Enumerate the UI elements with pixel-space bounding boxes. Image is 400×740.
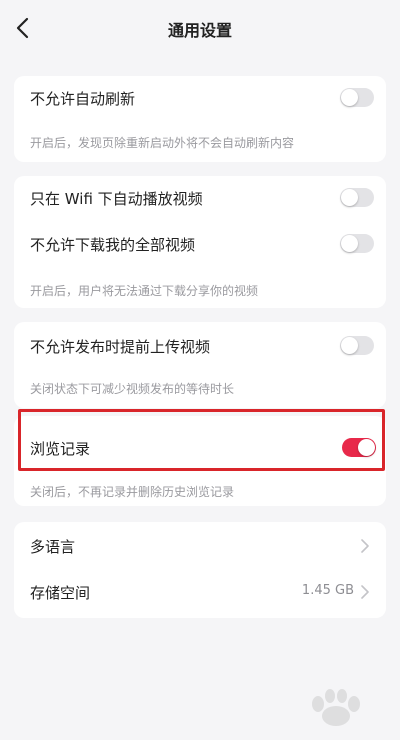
chevron-right-icon (361, 539, 369, 553)
storage-value: 1.45 GB (301, 583, 354, 598)
setting-label: 只在 Wifi 下自动播放视频 (30, 190, 203, 208)
setting-row-language[interactable]: 多语言 (14, 524, 386, 568)
setting-label: 不允许自动刷新 (30, 90, 136, 108)
setting-row-auto-refresh: 不允许自动刷新 (14, 76, 386, 120)
paw-icon (312, 689, 360, 726)
toggle-knob (341, 189, 358, 206)
auto-refresh-toggle[interactable] (340, 88, 374, 107)
watermark-logo (274, 686, 386, 730)
pre-upload-description: 关闭状态下可减少视频发布的等待时长 (30, 382, 235, 396)
page-title: 通用设置 (167, 21, 232, 40)
highlight-annotation-box (18, 409, 385, 471)
auto-refresh-description: 开启后，发现页除重新启动外将不会自动刷新内容 (30, 136, 295, 150)
no-download-description: 开启后，用户将无法通过下载分享你的视频 (30, 284, 259, 298)
toggle-knob (341, 235, 358, 252)
setting-row-no-download: 不允许下载我的全部视频 (14, 222, 386, 266)
chevron-right-icon (361, 585, 369, 599)
pre-upload-toggle[interactable] (340, 336, 374, 355)
toggle-knob (341, 337, 358, 354)
setting-label: 不允许发布时提前上传视频 (30, 338, 211, 356)
setting-row-pre-upload: 不允许发布时提前上传视频 (14, 324, 386, 368)
setting-row-wifi-autoplay: 只在 Wifi 下自动播放视频 (14, 176, 386, 220)
setting-label: 多语言 (30, 538, 76, 556)
toggle-knob (341, 89, 358, 106)
top-bar: 通用设置 (0, 0, 400, 58)
setting-row-storage[interactable]: 存储空间 1.45 GB (14, 570, 386, 614)
history-description: 关闭后，不再记录并删除历史浏览记录 (30, 485, 235, 499)
wifi-autoplay-toggle[interactable] (340, 188, 374, 207)
settings-card-misc: 多语言 存储空间 1.45 GB (14, 522, 386, 618)
no-download-toggle[interactable] (340, 234, 374, 253)
setting-label: 存储空间 (30, 584, 91, 602)
setting-label: 不允许下载我的全部视频 (30, 236, 196, 254)
